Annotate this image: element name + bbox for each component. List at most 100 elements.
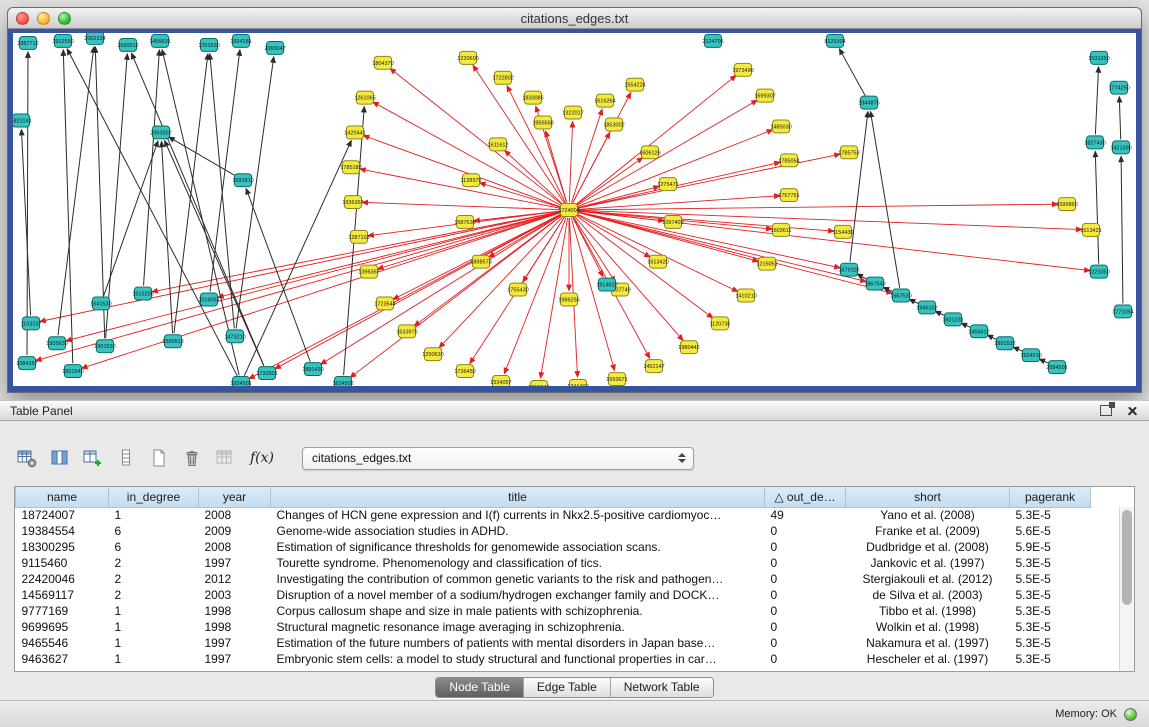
cell-title[interactable]: Genome-wide association studies in ADHD.: [271, 523, 765, 539]
cell-short[interactable]: de Silva et al. (2003): [846, 587, 1010, 603]
network-edge[interactable]: [505, 150, 564, 204]
cell-pagerank[interactable]: 5.6E-5: [1010, 523, 1091, 539]
network-node[interactable]: 1946102: [916, 301, 937, 314]
select-columns-icon[interactable]: [47, 445, 73, 471]
network-canvas[interactable]: 1724004185300216061261275471109740916134…: [13, 33, 1136, 386]
cell-year[interactable]: 2008: [199, 507, 271, 523]
zoom-button[interactable]: [58, 12, 71, 25]
network-node[interactable]: 2016051: [198, 293, 219, 306]
network-node[interactable]: 1220600: [457, 51, 478, 64]
network-edge[interactable]: [246, 189, 310, 362]
network-node[interactable]: 1914622: [596, 278, 617, 291]
network-node[interactable]: 1924510: [1020, 349, 1041, 362]
network-node[interactable]: 1901530: [94, 340, 115, 353]
network-node[interactable]: 1275471: [657, 178, 678, 191]
column-header-short[interactable]: short: [846, 487, 1010, 507]
cell-short[interactable]: Wolkin et al. (1998): [846, 619, 1010, 635]
network-node[interactable]: 1613420: [647, 255, 668, 268]
network-edge[interactable]: [571, 218, 614, 371]
tab-node-table[interactable]: Node Table: [436, 678, 523, 697]
cell-out_degree[interactable]: 0: [765, 571, 846, 587]
network-node[interactable]: 1624502: [332, 377, 353, 386]
network-node[interactable]: 1154430: [833, 225, 854, 238]
cell-pagerank[interactable]: 5.3E-5: [1010, 635, 1091, 651]
cell-title[interactable]: Corpus callosum shape and size in male p…: [271, 603, 765, 619]
table-row[interactable]: 2242004622012Investigating the contribut…: [16, 571, 1091, 587]
network-node[interactable]: 1887712: [17, 36, 38, 49]
table-row[interactable]: 1830029562008Estimation of significance …: [16, 539, 1091, 555]
cell-in_degree[interactable]: 1: [109, 635, 199, 651]
cell-short[interactable]: Franke et al. (2009): [846, 523, 1010, 539]
network-edge[interactable]: [573, 217, 615, 282]
network-node[interactable]: 1723544: [374, 297, 395, 310]
network-node[interactable]: 1603611: [771, 223, 792, 236]
cell-out_degree[interactable]: 0: [765, 587, 846, 603]
cell-out_degree[interactable]: 0: [765, 523, 846, 539]
network-node[interactable]: 1936367: [342, 196, 363, 209]
network-edge[interactable]: [106, 54, 128, 338]
network-node[interactable]: 1322017: [562, 106, 583, 119]
network-node[interactable]: 1287103: [348, 230, 369, 243]
network-node[interactable]: 1601231: [942, 313, 963, 326]
cell-in_degree[interactable]: 1: [109, 651, 199, 667]
cell-in_degree[interactable]: 1: [109, 603, 199, 619]
cell-name[interactable]: 9777169: [16, 603, 109, 619]
network-edge[interactable]: [210, 50, 240, 292]
tab-network-table[interactable]: Network Table: [610, 678, 713, 697]
cell-out_degree[interactable]: 0: [765, 603, 846, 619]
network-node[interactable]: 1485030: [770, 120, 791, 133]
network-edge[interactable]: [1121, 156, 1123, 303]
network-edge[interactable]: [576, 130, 772, 207]
network-node[interactable]: 2002134: [84, 33, 105, 44]
create-column-icon[interactable]: [80, 445, 106, 471]
network-node[interactable]: 1924501: [230, 377, 251, 386]
network-node[interactable]: 1830086: [522, 91, 543, 104]
cell-title[interactable]: Investigating the contribution of common…: [271, 571, 765, 587]
network-node[interactable]: 1606126: [639, 146, 660, 159]
column-header-title[interactable]: title: [271, 487, 765, 507]
table-row[interactable]: 1456911722003Disruption of a novel membe…: [16, 587, 1091, 603]
network-edge[interactable]: [1119, 97, 1120, 140]
network-node[interactable]: 2094501: [1046, 361, 1067, 374]
network-node[interactable]: 1396367: [358, 265, 379, 278]
cell-year[interactable]: 2012: [199, 571, 271, 587]
network-node[interactable]: 1827430: [1084, 136, 1105, 149]
function-builder-icon[interactable]: f(x): [245, 445, 279, 471]
network-node[interactable]: 1898573: [470, 255, 491, 268]
cell-short[interactable]: Yano et al. (2008): [846, 507, 1010, 523]
network-node[interactable]: 1456612: [968, 325, 989, 338]
network-edge[interactable]: [104, 141, 158, 296]
cell-short[interactable]: Tibbo et al. (1998): [846, 603, 1010, 619]
network-node[interactable]: 1221050: [1088, 265, 1109, 278]
table-row[interactable]: 911546021997Tourette syndrome. Phenomeno…: [16, 555, 1091, 571]
network-edge[interactable]: [162, 50, 239, 376]
network-node[interactable]: 2053302: [150, 126, 171, 139]
cell-out_degree[interactable]: 0: [765, 555, 846, 571]
network-node[interactable]: 1980442: [678, 341, 699, 354]
cell-title[interactable]: Structural magnetic resonance image aver…: [271, 619, 765, 635]
network-edge[interactable]: [95, 47, 104, 338]
network-node[interactable]: 1853002: [603, 118, 624, 131]
column-header-pagerank[interactable]: pagerank: [1010, 487, 1091, 507]
network-edge[interactable]: [839, 49, 865, 96]
network-node[interactable]: 1587630: [454, 215, 475, 228]
network-node[interactable]: 1595860: [1056, 198, 1077, 211]
cell-out_degree[interactable]: 0: [765, 651, 846, 667]
network-node[interactable]: 1410210: [735, 289, 756, 302]
network-node[interactable]: 1261065: [354, 91, 375, 104]
network-node[interactable]: 1216051: [756, 257, 777, 270]
cell-name[interactable]: 22420046: [16, 571, 109, 587]
network-node[interactable]: 1421390: [1110, 141, 1131, 154]
network-edge[interactable]: [36, 212, 562, 361]
cell-pagerank[interactable]: 5.3E-5: [1010, 603, 1091, 619]
network-edge[interactable]: [363, 136, 561, 208]
network-node[interactable]: 1554224: [624, 78, 645, 91]
network-node[interactable]: 1973490: [732, 63, 753, 76]
cell-year[interactable]: 1998: [199, 603, 271, 619]
network-node[interactable]: 1633975: [396, 325, 417, 338]
network-node[interactable]: 1690012: [117, 38, 138, 51]
network-canvas-svg[interactable]: 1724004185300216061261275471109740916134…: [13, 33, 1136, 386]
network-edge[interactable]: [21, 129, 30, 315]
cell-in_degree[interactable]: 2: [109, 587, 199, 603]
network-edge[interactable]: [162, 141, 173, 333]
